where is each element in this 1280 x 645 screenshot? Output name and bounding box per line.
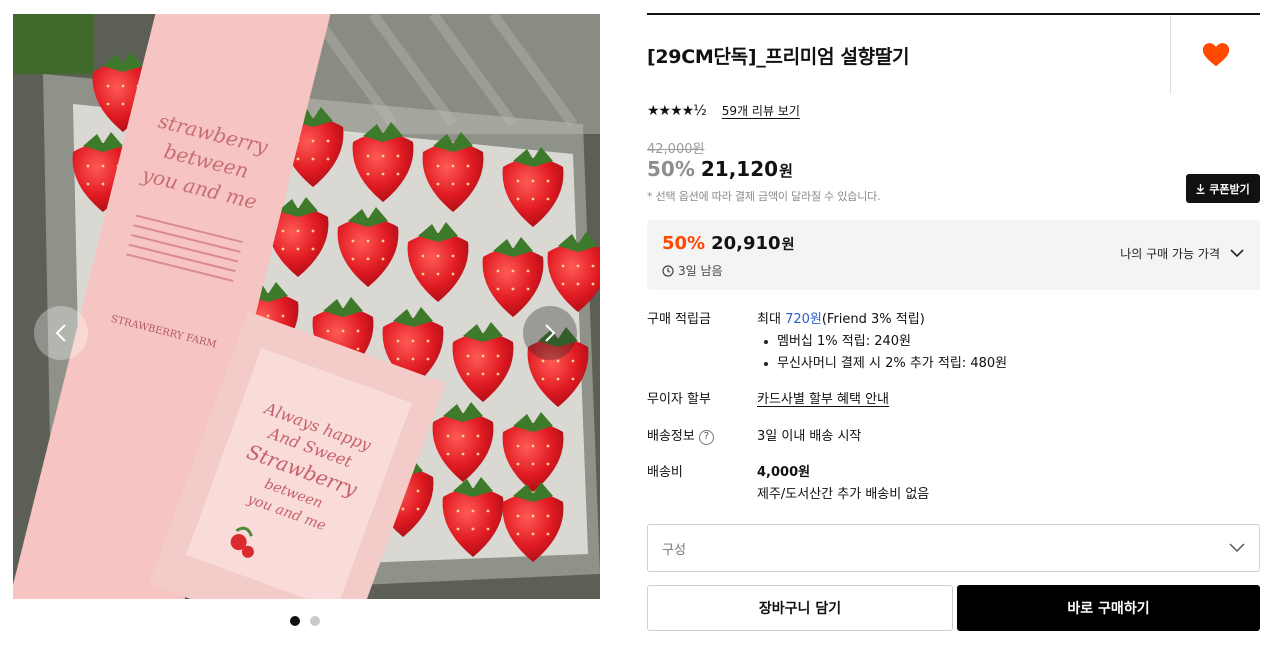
points-bullet: 멤버십 1% 적립: 240원: [757, 331, 1007, 353]
best-price-currency: 원: [781, 237, 795, 253]
shipping-fee-label: 배송비: [647, 465, 683, 480]
vertical-divider: [1170, 16, 1171, 94]
installment-label: 무이자 할부: [647, 392, 711, 407]
shipping-info-value: 3일 이내 배송 시작: [757, 429, 862, 444]
help-icon[interactable]: ?: [698, 429, 714, 445]
coupon-button[interactable]: 쿠폰받기: [1186, 174, 1260, 203]
currency-unit: 원: [779, 162, 793, 180]
points-amount: 720원: [785, 312, 822, 327]
option-select[interactable]: 구성: [647, 524, 1260, 572]
points-prefix: 최대: [757, 312, 786, 327]
download-icon: [1196, 183, 1205, 194]
pagination-dot[interactable]: [310, 616, 320, 626]
gallery-prev-button[interactable]: [34, 306, 88, 360]
shipping-fee-value-group: 4,000원 제주/도서산간 추가 배송비 없음: [757, 462, 929, 506]
discount-percent: 50%: [647, 157, 695, 181]
best-price-box: 50% 20,910 원 3일 남음 나의 구매 가능 가격: [647, 220, 1260, 290]
product-image-gallery: strawberry between you and me STRAWBERRY…: [13, 14, 600, 599]
gallery-next-button[interactable]: [523, 306, 577, 360]
installment-link[interactable]: 카드사별 할부 혜택 안내: [757, 389, 889, 411]
product-title: [29CM단독]_프리미엄 설향딸기: [647, 46, 910, 68]
buy-now-button[interactable]: 바로 구매하기: [957, 585, 1260, 631]
heart-icon: [1202, 43, 1230, 67]
shipping-fee-note: 제주/도서산간 추가 배송비 없음: [757, 487, 930, 502]
rating-row: ★★★★½ 59개 리뷰 보기: [647, 102, 800, 119]
chevron-left-icon: [55, 324, 66, 342]
product-photo: strawberry between you and me STRAWBERRY…: [13, 14, 600, 599]
shipping-fee-value: 4,000원: [757, 465, 811, 480]
points-suffix: (Friend 3% 적립): [821, 312, 925, 327]
gallery-pagination: [290, 616, 320, 626]
product-info-panel: [29CM단독]_프리미엄 설향딸기 ★★★★½ 59개 리뷰 보기 42,00…: [647, 0, 1260, 645]
best-price: 50% 20,910 원: [662, 233, 794, 254]
original-price: 42,000원: [647, 142, 705, 157]
clock-icon: [662, 264, 674, 277]
timer: 3일 남음: [662, 262, 723, 279]
points-bullet: 무신사머니 결제 시 2% 추가 적립: 480원: [757, 353, 1007, 375]
chevron-down-icon: [1230, 249, 1244, 258]
wishlist-button[interactable]: [1201, 40, 1231, 70]
price-notice: * 선택 옵션에 따라 결제 금액이 달라질 수 있습니다.: [647, 190, 881, 203]
points-bullets: 멤버십 1% 적립: 240원 무신사머니 결제 시 2% 추가 적립: 480…: [757, 331, 1007, 375]
my-price-toggle[interactable]: 나의 구매 가능 가격: [1120, 245, 1244, 262]
coupon-button-label: 쿠폰받기: [1209, 182, 1250, 196]
best-price-value: 20,910: [711, 233, 781, 254]
option-select-placeholder: 구성: [662, 542, 686, 558]
pagination-dot[interactable]: [290, 616, 300, 626]
points-label: 구매 적립금: [647, 312, 711, 327]
review-link[interactable]: 59개 리뷰 보기: [722, 102, 800, 119]
star-rating: ★★★★½: [647, 102, 707, 119]
sale-price: 21,120: [700, 157, 779, 181]
chevron-right-icon: [545, 324, 556, 342]
points-value: 최대 720원(Friend 3% 적립) 멤버십 1% 적립: 240원 무신…: [757, 309, 1007, 375]
shipping-info-label: 배송정보: [647, 429, 695, 444]
my-price-label: 나의 구매 가능 가격: [1120, 247, 1220, 261]
timer-text: 3일 남음: [678, 264, 723, 278]
add-to-cart-button[interactable]: 장바구니 담기: [647, 585, 953, 631]
best-discount-percent: 50%: [662, 233, 706, 254]
chevron-down-icon: [1229, 543, 1245, 553]
top-divider: [647, 13, 1260, 15]
shipping-info-label-group: 배송정보 ?: [647, 426, 714, 448]
sale-price-row: 50% 21,120 원: [647, 157, 793, 181]
